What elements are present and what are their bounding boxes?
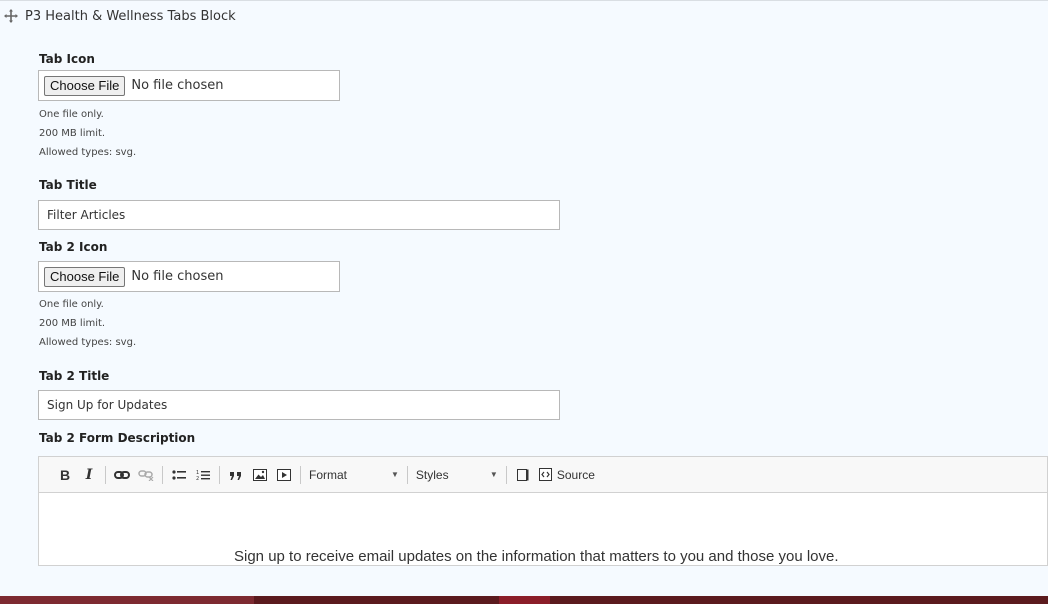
source-label: Source (556, 467, 595, 482)
help-text: One file only. (39, 299, 104, 310)
source-button[interactable]: Source (538, 464, 595, 486)
help-text: 200 MB limit. (39, 128, 106, 139)
italic-button[interactable]: I (80, 464, 98, 486)
tab-icon-file-input[interactable]: Choose File No file chosen (38, 70, 340, 101)
block-title: P3 Health & Wellness Tabs Block (25, 8, 236, 24)
toolbar-separator (300, 465, 301, 484)
media-icon[interactable] (275, 464, 293, 486)
tab2-icon-file-input[interactable]: Choose File No file chosen (38, 261, 340, 292)
link-icon[interactable] (113, 464, 131, 486)
editor-content[interactable]: Sign up to receive email updates on the … (234, 548, 839, 565)
help-text: 200 MB limit. (39, 318, 106, 329)
file-status: No file chosen (131, 78, 224, 93)
help-text: One file only. (39, 109, 104, 120)
maximize-icon[interactable] (514, 464, 532, 486)
editor-toolbar: B I 12 Format ▼ Styles ▼ Source (39, 457, 1047, 493)
source-icon (538, 468, 552, 481)
svg-text:2: 2 (196, 476, 199, 481)
toolbar-separator (505, 465, 507, 484)
footer-bar-segment (499, 596, 550, 604)
help-text: Allowed types: svg. (39, 147, 137, 158)
unlink-icon[interactable] (137, 464, 155, 486)
toolbar-separator (406, 465, 408, 484)
tab-icon-label: Tab Icon (39, 52, 95, 66)
choose-file-button[interactable]: Choose File (44, 266, 126, 287)
chevron-down-icon: ▼ (489, 470, 498, 479)
tab-title-label: Tab Title (39, 178, 97, 192)
styles-dropdown[interactable]: Styles ▼ (416, 468, 498, 482)
numbered-list-icon[interactable]: 12 (194, 464, 212, 486)
move-drag-icon[interactable] (4, 9, 18, 23)
rich-text-editor: B I 12 Format ▼ Styles ▼ Source Sign up … (38, 456, 1048, 566)
tab2-form-description-label: Tab 2 Form Description (39, 431, 196, 445)
bold-button[interactable]: B (56, 464, 74, 486)
tab2-title-label: Tab 2 Title (39, 369, 110, 383)
chevron-down-icon: ▼ (391, 470, 399, 479)
tab-title-input[interactable]: Filter Articles (38, 200, 560, 230)
toolbar-separator (219, 465, 220, 484)
blockquote-icon[interactable] (227, 464, 245, 486)
help-text: Allowed types: svg. (39, 337, 137, 348)
styles-label: Styles (415, 467, 449, 482)
bulleted-list-icon[interactable] (170, 464, 188, 486)
choose-file-button[interactable]: Choose File (44, 75, 126, 96)
toolbar-separator (162, 465, 163, 484)
image-icon[interactable] (251, 464, 269, 486)
format-dropdown[interactable]: Format ▼ (309, 468, 399, 482)
footer-bar-segment (0, 596, 254, 604)
file-status: No file chosen (131, 269, 224, 284)
toolbar-separator (105, 465, 106, 484)
block-header: P3 Health & Wellness Tabs Block (4, 6, 236, 26)
tab2-icon-label: Tab 2 Icon (39, 240, 108, 254)
format-label: Format (309, 467, 348, 482)
tab2-title-input[interactable]: Sign Up for Updates (38, 390, 560, 420)
paragraph-panel: P3 Health & Wellness Tabs Block Tab Icon… (0, 0, 1048, 597)
